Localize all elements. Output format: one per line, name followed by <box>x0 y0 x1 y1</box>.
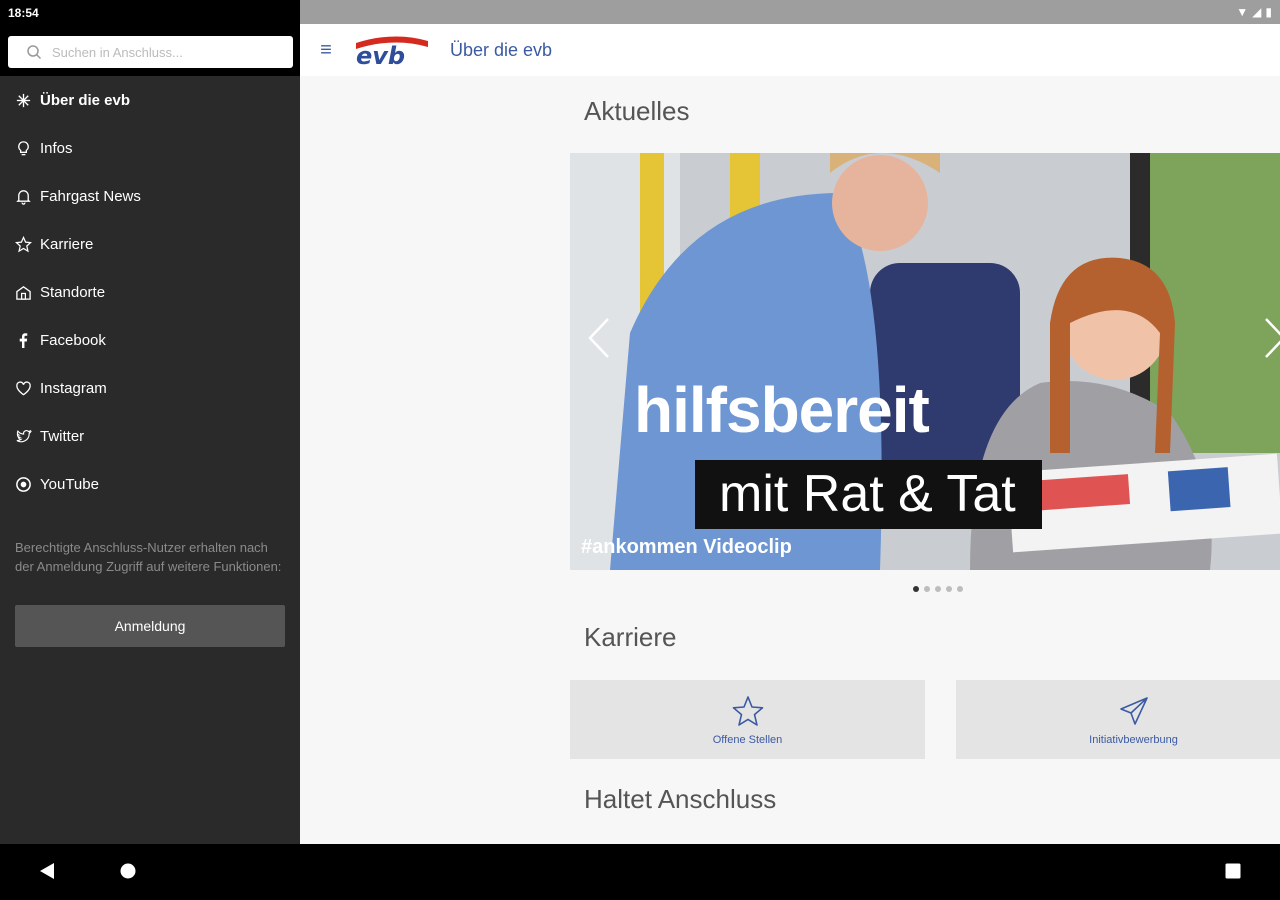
initiative-application-tile[interactable]: Initiativbewerbung <box>956 680 1280 759</box>
carousel-pagination <box>913 586 963 592</box>
sparkle-icon <box>14 91 32 109</box>
menu-item-fahrgast-news[interactable]: Fahrgast News <box>0 172 300 220</box>
carousel-prev-icon[interactable] <box>584 313 614 363</box>
star-icon <box>14 235 32 253</box>
main-content: ≡ evb Über die evb Aktuelles hilfsbereit… <box>300 24 1280 844</box>
carousel-dot[interactable] <box>957 586 963 592</box>
menu-item-label: Infos <box>40 139 73 157</box>
slide-headline: hilfsbereit <box>634 374 930 446</box>
search-input[interactable] <box>52 44 272 60</box>
menu-item-karriere[interactable]: Karriere <box>0 220 300 268</box>
paper-plane-icon <box>1119 696 1148 725</box>
drawer-menu: Über die evb Infos Fahrgast News Karrier… <box>0 76 300 508</box>
menu-item-label: Standorte <box>40 283 106 301</box>
wifi-icon: ▼ <box>1236 5 1249 19</box>
menu-item-label: Fahrgast News <box>40 187 141 205</box>
back-icon[interactable] <box>39 862 55 880</box>
battery-icon: ▮ <box>1265 5 1272 19</box>
search-box[interactable] <box>8 36 293 68</box>
login-note: Berechtigte Anschluss-Nutzer erhalten na… <box>15 540 282 574</box>
evb-logo: evb <box>356 36 428 67</box>
menu-item-label: YouTube <box>40 475 99 493</box>
youtube-icon <box>14 475 32 493</box>
signal-icon: ◢ <box>1252 5 1262 19</box>
bell-icon <box>14 187 32 205</box>
open-positions-tile[interactable]: Offene Stellen <box>570 680 925 759</box>
slide-subheadline: mit Rat & Tat <box>695 460 1042 529</box>
news-carousel[interactable]: hilfsbereit mit Rat & Tat #ankommen Vide… <box>570 153 1280 570</box>
app-bar: ≡ evb Über die evb <box>300 24 1280 76</box>
lightbulb-icon <box>14 139 32 157</box>
status-bar-time: 18:54 <box>0 0 300 26</box>
slide-caption: #ankommen Videoclip <box>581 536 792 558</box>
home-icon[interactable] <box>120 862 136 880</box>
menu-item-twitter[interactable]: Twitter <box>0 412 300 460</box>
menu-item-standorte[interactable]: Standorte <box>0 268 300 316</box>
recents-icon[interactable] <box>1225 862 1241 880</box>
menu-item-label: Facebook <box>40 331 106 349</box>
login-button[interactable]: Anmeldung <box>15 605 285 647</box>
menu-item-infos[interactable]: Infos <box>0 124 300 172</box>
twitter-icon <box>14 427 32 445</box>
menu-item-facebook[interactable]: Facebook <box>0 316 300 364</box>
hamburger-menu-icon[interactable]: ≡ <box>300 24 352 76</box>
carousel-next-icon[interactable] <box>1260 313 1280 363</box>
tile-label: Offene Stellen <box>712 733 783 746</box>
facebook-icon <box>14 331 32 349</box>
status-bar: ▼ ◢ ▮ <box>300 0 1280 24</box>
search-icon <box>27 45 42 60</box>
carousel-dot[interactable] <box>913 586 919 592</box>
system-navigation-bar <box>0 844 1280 900</box>
menu-item-label: Karriere <box>40 235 94 253</box>
menu-item-label: Instagram <box>40 379 107 397</box>
star-outline-icon <box>732 695 763 726</box>
menu-item-youtube[interactable]: YouTube <box>0 460 300 508</box>
carousel-dot[interactable] <box>924 586 930 592</box>
anschluss-section-title: Haltet Anschluss <box>584 784 777 814</box>
menu-item-instagram[interactable]: Instagram <box>0 364 300 412</box>
carousel-dot[interactable] <box>946 586 952 592</box>
building-icon <box>14 283 32 301</box>
tile-label: Initiativbewerbung <box>1089 733 1178 746</box>
navigation-drawer: Über die evb Infos Fahrgast News Karrier… <box>0 26 300 844</box>
carousel-dot[interactable] <box>935 586 941 592</box>
menu-item-label: Über die evb <box>40 91 131 109</box>
news-section-title: Aktuelles <box>584 96 690 126</box>
menu-item-label: Twitter <box>40 427 85 445</box>
career-section-title: Karriere <box>584 622 677 652</box>
menu-item-ueber-die-evb[interactable]: Über die evb <box>0 76 300 124</box>
svg-text:evb: evb <box>356 42 405 67</box>
page-title: Über die evb <box>450 39 553 60</box>
heart-icon <box>14 379 32 397</box>
